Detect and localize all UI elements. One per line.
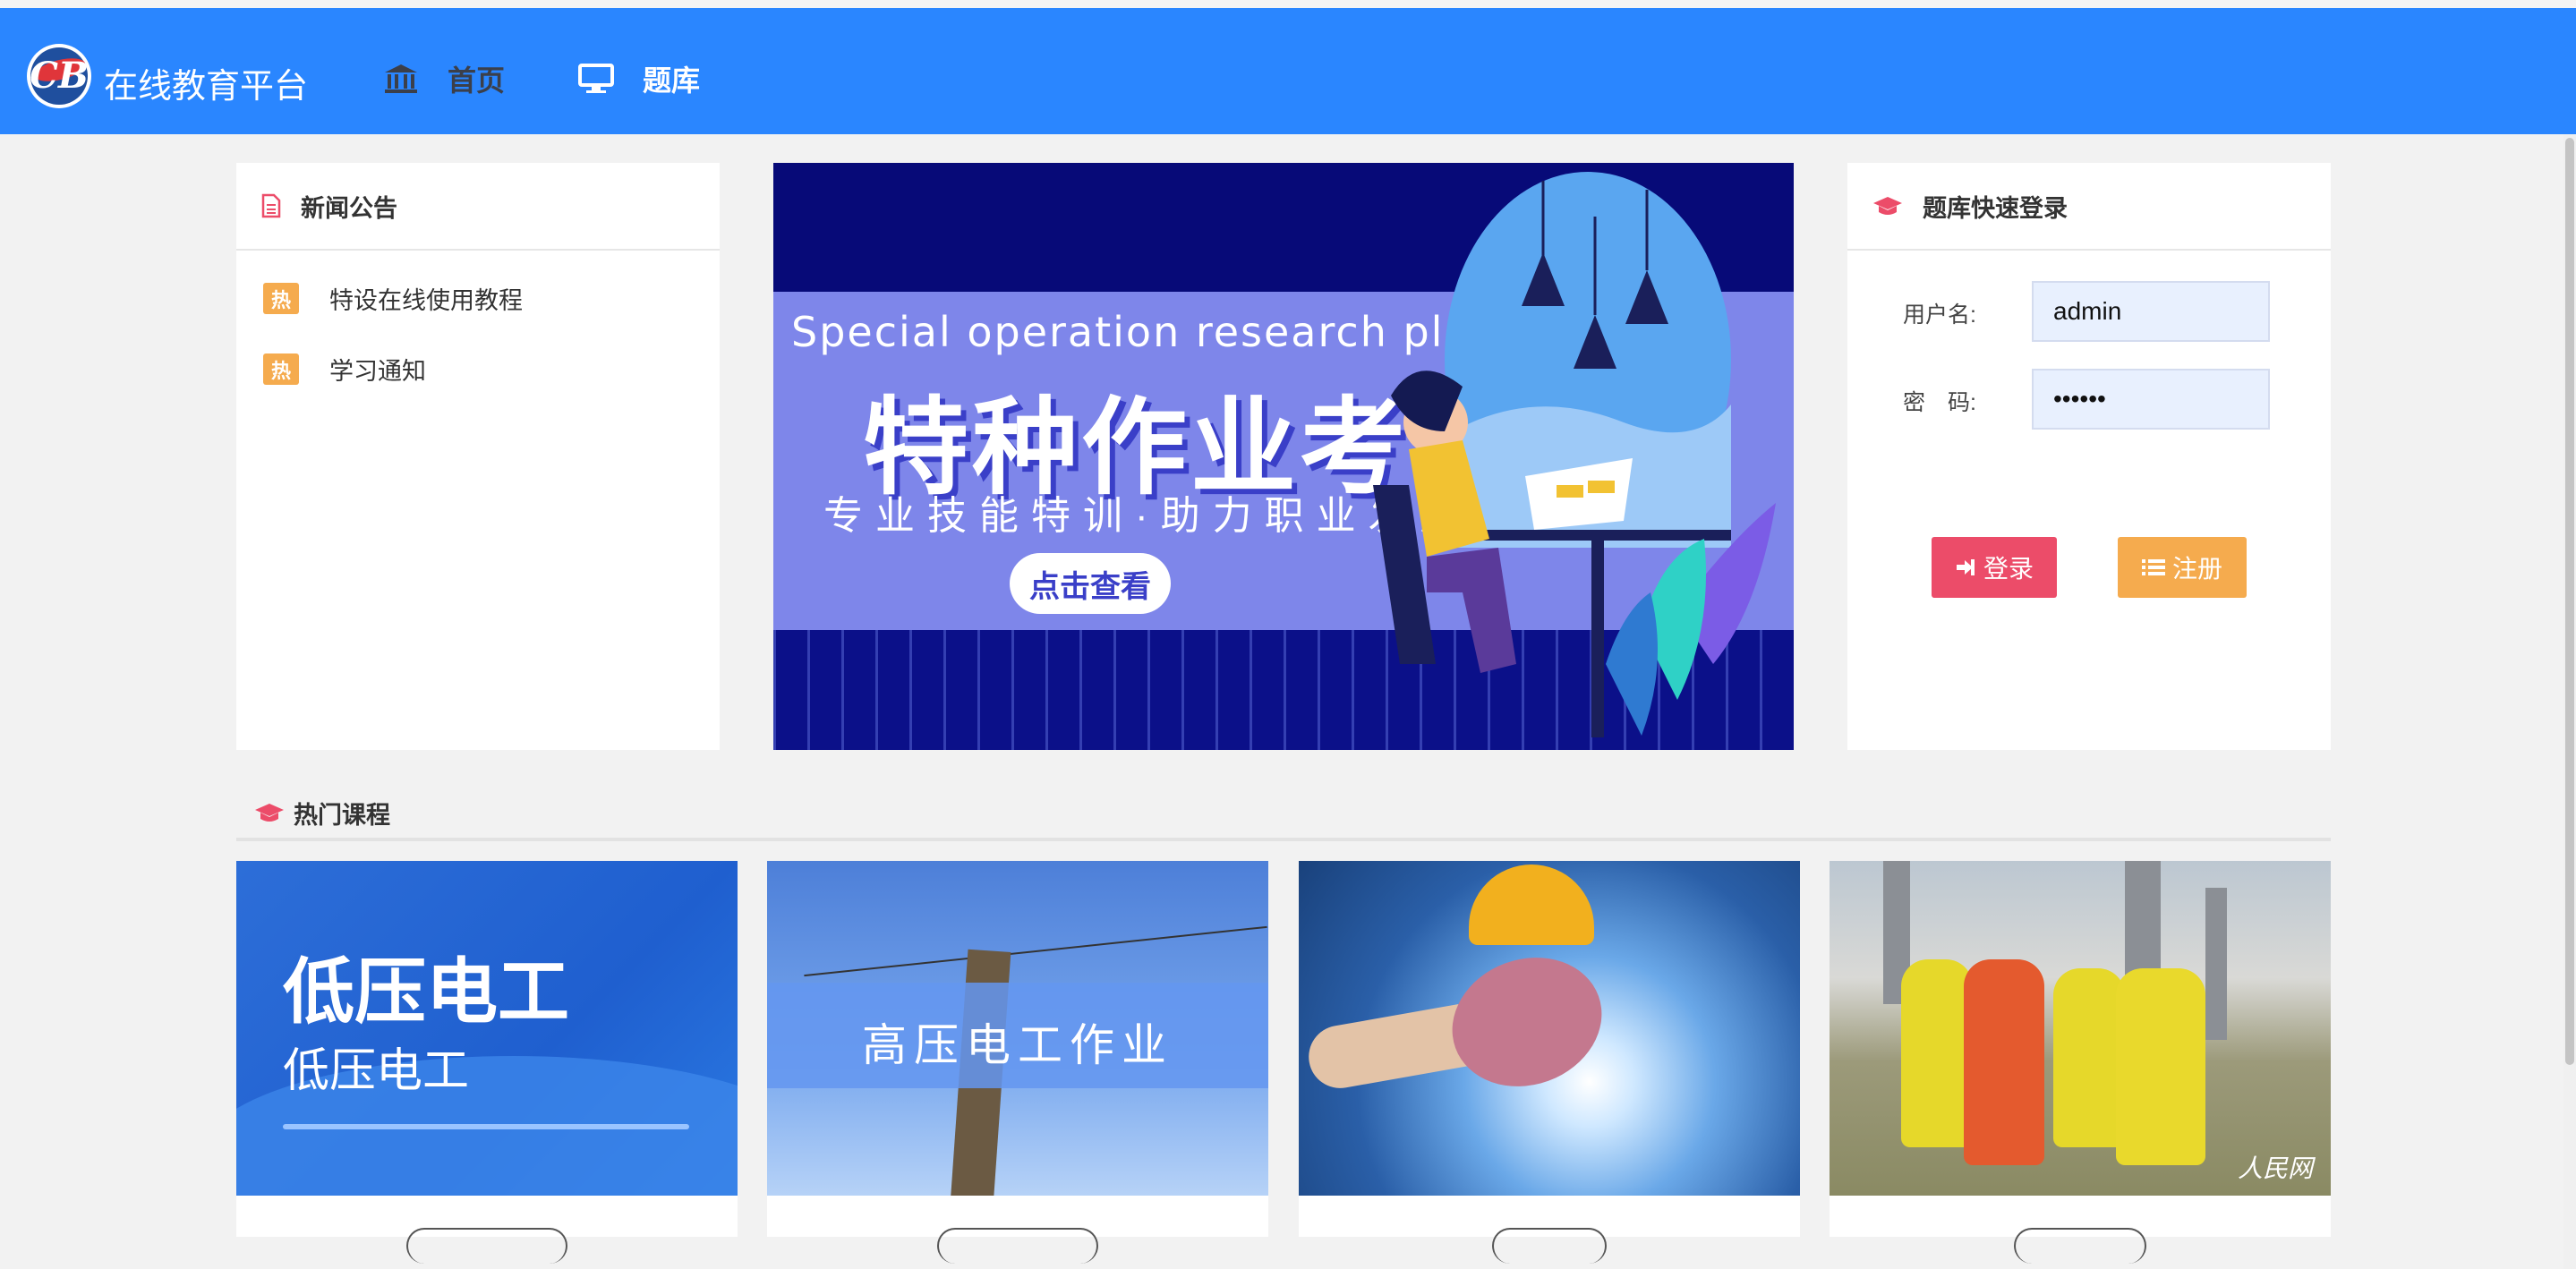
bank-building-icon [385,64,417,93]
news-item-link[interactable]: 学习通知 [329,352,426,387]
course-card[interactable]: 人民网 [1830,861,2331,1264]
course-image-title: 高压电工作业 [862,1020,1173,1070]
hot-courses-title: 热门课程 [294,801,390,829]
monitor-icon [578,64,614,93]
password-row: 密 码: •••••• [1847,369,2331,430]
login-panel-header: 题库快速登录 [1847,163,2331,251]
responder-figure [1901,959,1973,1147]
course-image-high-voltage[interactable]: 高压电工作业 [767,861,1268,1196]
nav-question-bank-label: 题库 [643,64,701,97]
news-panel-title: 新闻公告 [301,194,397,222]
news-item-link[interactable]: 特设在线使用教程 [329,281,523,316]
list-icon [2141,559,2165,575]
username-label: 用户名: [1903,302,1976,328]
course-action-button[interactable] [1492,1228,1607,1264]
course-card[interactable] [1299,861,1800,1264]
responder-figure [2116,968,2205,1165]
banner-illustration [1373,172,1776,737]
hot-courses-header: 热门课程 [236,788,2331,841]
password-label: 密 码: [1903,390,1976,415]
news-item[interactable]: 热 特设在线使用教程 [236,281,720,316]
username-input[interactable]: admin [2032,281,2270,342]
responder-figure [2053,968,2125,1147]
login-button-label: 登录 [1983,555,2034,583]
course-card[interactable]: 高压电工作业 [767,861,1268,1264]
graduation-cap-icon [255,804,284,822]
responder-figure [1964,959,2044,1165]
register-button[interactable]: 注册 [2118,537,2247,598]
course-card[interactable]: 低压电工 低压电工 [236,861,738,1264]
promo-banner[interactable]: Special operation research platform 特种作业… [773,163,1794,750]
brand-name[interactable]: 在线教育平台 [104,58,308,107]
news-item[interactable]: 热 学习通知 [236,352,720,387]
logo[interactable]: CB [27,44,91,108]
navbar: CB 在线教育平台 首页 题库 [0,8,2576,134]
welding-mask [1434,937,1620,1107]
course-action-button[interactable] [937,1228,1098,1264]
login-button[interactable]: 登录 [1932,537,2057,598]
course-image-welding[interactable] [1299,861,1800,1196]
course-image-low-voltage[interactable]: 低压电工 低压电工 [236,861,738,1196]
document-icon [261,193,281,218]
hot-badge: 热 [263,283,299,314]
username-row: 用户名: admin [1847,281,2331,342]
scrollbar-thumb[interactable] [2565,138,2574,1065]
nav-home[interactable]: 首页 [383,58,505,99]
login-panel: 题库快速登录 用户名: admin 密 码: •••••• 登录 注册 [1847,163,2331,750]
nav-question-bank[interactable]: 题库 [578,58,700,99]
decor-bar [283,1124,689,1129]
graduation-cap-icon [1873,197,1902,215]
hard-hat [1469,864,1594,945]
hot-badge: 热 [263,353,299,385]
course-image-hazmat[interactable]: 人民网 [1830,861,2331,1196]
nav-home-label: 首页 [448,64,506,97]
news-panel: 新闻公告 热 特设在线使用教程 热 学习通知 [236,163,720,750]
login-panel-title: 题库快速登录 [1923,194,2068,222]
register-button-label: 注册 [2171,555,2222,583]
course-image-title: 低压电工 [283,952,569,1032]
sign-in-icon [1956,559,1975,575]
logo-text: CB [30,55,89,97]
industrial-tower [2205,888,2227,1040]
course-action-button[interactable] [406,1228,567,1264]
course-action-button[interactable] [2014,1228,2146,1264]
top-strip [0,0,2576,8]
password-input[interactable]: •••••• [2032,369,2270,430]
banner-view-button[interactable]: 点击查看 [1010,553,1171,614]
power-line [804,925,1267,977]
watermark: 人民网 [2237,1154,2313,1182]
news-panel-header: 新闻公告 [236,163,720,251]
course-image-subtitle: 低压电工 [283,1045,470,1097]
